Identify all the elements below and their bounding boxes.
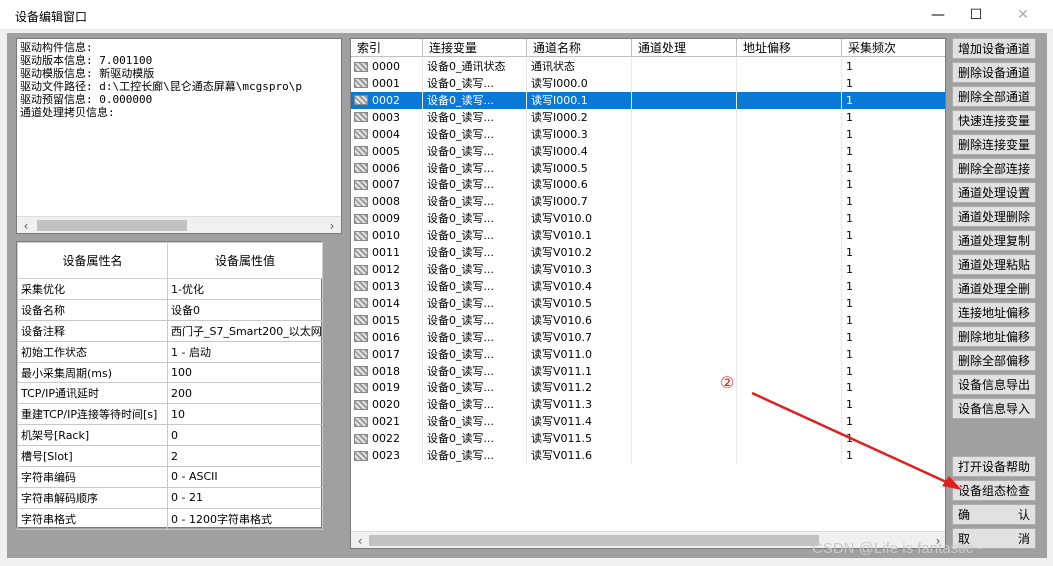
annotation-arrow bbox=[751, 391, 962, 490]
annotation-arrow-head bbox=[942, 476, 962, 490]
annotation-arrow-line bbox=[751, 391, 956, 488]
watermark: CSDN @Life is fantastic~ bbox=[812, 540, 982, 557]
